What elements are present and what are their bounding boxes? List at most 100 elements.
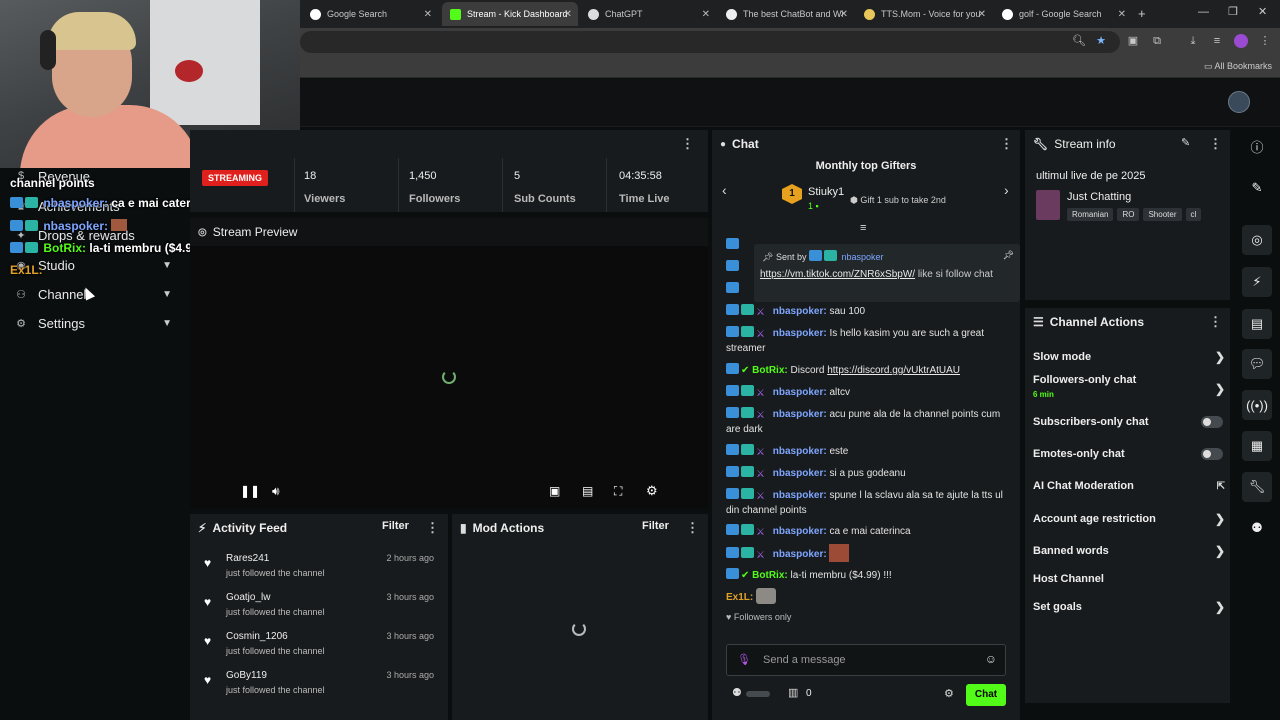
follower-name[interactable]: Cosmin_1206 [226,631,288,642]
banned-words-action[interactable]: Banned words ❯ [1033,540,1225,562]
new-tab-icon[interactable]: + [1138,6,1146,21]
chat-bubble-icon[interactable]: 💬︎ [1242,349,1272,379]
volume-icon[interactable]: 🔊︎ [272,484,280,499]
pencil-icon[interactable]: ✎ [1242,173,1272,203]
subscribers-only-toggle[interactable] [1201,416,1223,428]
minimize-icon[interactable]: — [1198,6,1209,18]
lightning-icon[interactable]: ⚡︎ [1242,267,1272,297]
follower-name[interactable]: Goatjo_lw [226,592,270,603]
pause-icon[interactable]: ❚❚ [240,484,260,498]
url-field[interactable] [300,31,1120,53]
more-options-icon[interactable]: ⋮ [1209,136,1222,152]
more-options-icon[interactable]: ⋮ [426,520,439,536]
chat-username[interactable]: BotRix: [752,365,788,376]
chat-username[interactable]: BotRix: [752,570,788,581]
unpin-icon[interactable]: 📌︎ [1003,250,1014,261]
tab-ttsmom[interactable]: TTS.Mom - Voice for you ✕ [856,2,992,26]
download-icon[interactable]: ⤓ [1186,34,1200,48]
set-goals-action[interactable]: Set goals ❯ [1033,596,1225,618]
tab-chatgpt[interactable]: ChatGPT ✕ [580,2,716,26]
chat-username[interactable]: nbaspoker: [773,549,827,560]
fullscreen-icon[interactable]: ⛶ [614,484,622,499]
activity-filter-button[interactable]: Filter [382,520,409,532]
wrench-icon[interactable]: 🔧︎ [1242,472,1272,502]
more-options-icon[interactable]: ⋮ [681,136,694,152]
bookmark-star-icon[interactable]: ★ [1094,34,1108,48]
close-icon[interactable]: ✕ [702,9,710,20]
restore-icon[interactable]: ❐ [1228,5,1238,18]
users-icon[interactable]: ⚉ [1242,513,1272,543]
more-options-icon[interactable]: ⋮ [686,520,699,536]
host-channel-action[interactable]: Host Channel [1033,568,1225,590]
menu-icon[interactable]: ⋮ [1258,34,1272,48]
settings-icon[interactable]: ⚙ [646,483,658,499]
profile-icon[interactable] [1234,34,1248,48]
chat-username[interactable]: nbaspoker: [773,526,827,537]
broadcast-icon[interactable]: ((•)) [1242,390,1272,420]
layout-icon[interactable]: ▦ [1242,431,1272,461]
tab-chatbot[interactable]: The best ChatBot and Wi ✕ [718,2,854,26]
discord-link[interactable]: https://discord.gg/vUktrAtUAU [827,365,960,376]
tag[interactable]: RO [1117,208,1140,221]
close-icon[interactable]: ✕ [564,9,572,20]
chat-username[interactable]: Ex1L: [726,592,753,603]
emoji-icon[interactable]: ☺ [985,652,997,666]
tag[interactable]: cl [1185,208,1202,221]
close-icon[interactable]: ✕ [978,9,986,20]
follower-name[interactable]: Rares241 [226,553,269,564]
close-icon[interactable]: ✕ [424,9,432,20]
close-icon[interactable]: ✕ [1118,9,1126,20]
send-chat-button[interactable]: Chat [966,684,1006,706]
top-gifter-name[interactable]: Stiuky1 [808,186,844,198]
preview-toggle-icon[interactable]: ◎ [1242,225,1272,255]
close-icon[interactable]: ✕ [840,9,848,20]
sidebar-item-channel[interactable]: ⚇ Channel ▼ [14,283,176,305]
user-avatar[interactable] [1228,91,1250,113]
chat-username[interactable]: nbaspoker: [773,328,827,339]
store-icon[interactable]: ▥ [788,686,798,699]
chat-input[interactable]: 🎙︎ Send a message ☺ [726,644,1006,676]
followers-only-action[interactable]: Followers-only chat 6 min ❯ [1033,374,1225,404]
all-bookmarks[interactable]: ▭ All Bookmarks [1204,61,1272,72]
pip-icon[interactable]: ▣ [549,484,560,498]
pinned-link[interactable]: https://vm.tiktok.com/ZNR6xSbpW/ [760,269,915,280]
chat-username[interactable]: nbaspoker: [773,409,827,420]
chat-username[interactable]: nbaspoker: [773,306,827,317]
chat-username[interactable]: nbaspoker: [773,446,827,457]
more-options-icon[interactable]: ⋮ [1209,314,1222,330]
tag[interactable]: Shooter [1143,208,1182,221]
extension-icon[interactable]: ▣ [1126,34,1140,48]
chat-username[interactable]: nbaspoker: [773,490,827,501]
theater-icon[interactable]: ▤ [582,484,593,498]
chat-settings-icon[interactable]: ⚙ [944,687,954,700]
more-options-icon[interactable]: ⋮ [1000,136,1013,152]
toggle-switch[interactable] [746,691,770,697]
tab-google-search[interactable]: Google Search ✕ [302,2,438,26]
chat-username[interactable]: nbaspoker: [773,387,827,398]
account-age-action[interactable]: Account age restriction ❯ [1033,508,1225,530]
chat-username[interactable]: nbaspoker: [773,468,827,479]
collapse-icon[interactable]: ≡ [860,222,866,234]
users-icon[interactable]: ⚉ [732,686,742,699]
chevron-left-icon[interactable]: ‹ [722,182,727,198]
emotes-only-toggle[interactable] [1201,448,1223,460]
tab-kick-dashboard[interactable]: Stream - Kick Dashboard ✕ [442,2,578,26]
puzzle-icon[interactable]: ⧉ [1150,34,1164,48]
category-name[interactable]: Just Chatting [1067,191,1131,203]
tag[interactable]: Romanian [1067,208,1114,221]
follower-name[interactable]: GoBy119 [226,670,267,681]
chevron-right-icon[interactable]: › [1004,182,1009,198]
edit-icon[interactable]: ✎ [1181,136,1190,149]
slow-mode-action[interactable]: Slow mode ❯ [1033,346,1225,368]
zoom-icon[interactable]: 🔍︎ [1072,34,1086,48]
ai-moderation-action[interactable]: AI Chat Moderation ⇱ [1033,475,1225,497]
media-icon[interactable]: ≡ [1210,34,1224,48]
tab-golf-search[interactable]: golf - Google Search ✕ [994,2,1132,26]
mod-filter-button[interactable]: Filter [642,520,669,532]
gift-prompt[interactable]: ⬢ Gift 1 sub to take 2nd [850,195,946,206]
doc-icon[interactable]: ▤ [1242,309,1272,339]
microphone-icon[interactable]: 🎙︎ [737,653,751,666]
sidebar-item-settings[interactable]: ⚙ Settings ▼ [14,312,176,334]
info-icon[interactable]: ⓘ [1242,131,1272,161]
window-close-icon[interactable]: ✕ [1258,5,1267,18]
